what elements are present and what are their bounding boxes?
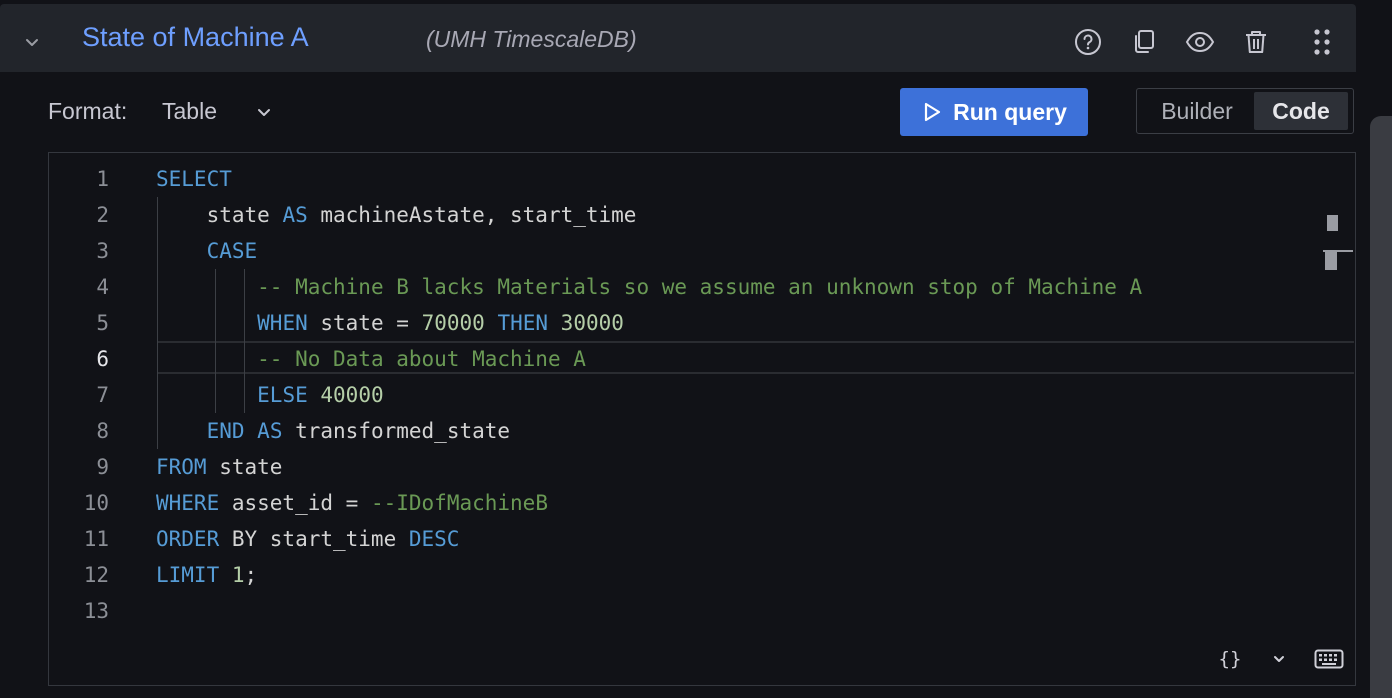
format-select-chevron[interactable] — [252, 100, 276, 124]
format-select[interactable]: Table — [162, 98, 217, 125]
page-scrollbar[interactable] — [1370, 116, 1392, 698]
eye-icon — [1185, 31, 1215, 53]
editor-footer: {} — [48, 634, 1356, 686]
format-code-button[interactable]: {} — [1215, 644, 1245, 674]
code-line-text: -- No Data about Machine A — [257, 347, 586, 371]
run-query-button[interactable]: Run query — [900, 88, 1088, 136]
minimap-mark — [1325, 252, 1337, 270]
datasource-name: (UMH TimescaleDB) — [426, 26, 637, 52]
code-line: 1 SELECT — [49, 161, 1355, 197]
query-row-header: State of Machine A (UMH TimescaleDB) — [0, 4, 1356, 72]
help-button[interactable] — [1072, 26, 1104, 58]
line-number: 13 — [83, 599, 109, 623]
code-line: 5 WHEN state = 70000 THEN 30000 — [49, 305, 1355, 341]
code-line-text: SELECT — [156, 167, 232, 191]
line-number: 6 — [96, 347, 109, 371]
query-toolbar: Format: Table Run query Builder Code — [0, 72, 1356, 152]
format-label: Format: — [48, 98, 128, 124]
line-number: 8 — [96, 419, 109, 443]
code-line: 2 state AS machineAstate, start_time — [49, 197, 1355, 233]
line-number: 10 — [83, 491, 109, 515]
code-line: 12 LIMIT 1; — [49, 557, 1355, 593]
code-line-text: LIMIT 1; — [156, 563, 258, 587]
code-line: 11 ORDER BY start_time DESC — [49, 521, 1355, 557]
line-number: 4 — [96, 275, 109, 299]
code-line-text: ORDER BY start_time DESC — [156, 527, 460, 551]
line-number: 7 — [96, 383, 109, 407]
drag-handle-icon — [1314, 29, 1330, 55]
trash-icon — [1246, 31, 1266, 53]
run-query-label: Run query — [953, 98, 1067, 125]
code-line-text: CASE — [206, 239, 258, 263]
duplicate-icon — [1135, 30, 1154, 53]
line-number: 12 — [83, 563, 109, 587]
line-number: 11 — [83, 527, 109, 551]
footer-options-chevron[interactable] — [1267, 644, 1291, 674]
code-mode-button[interactable]: Code — [1254, 92, 1348, 130]
braces-icon: {} — [1218, 648, 1242, 670]
code-line: 10 WHERE asset_id = --IDofMachineB — [49, 485, 1355, 521]
builder-mode-button[interactable]: Builder — [1140, 92, 1254, 130]
duplicate-query-button[interactable] — [1128, 26, 1160, 58]
line-number: 2 — [96, 203, 109, 227]
keyboard-shortcuts-button[interactable] — [1313, 644, 1345, 674]
code-line: 9 FROM state — [49, 449, 1355, 485]
code-line-text: END AS transformed_state — [206, 419, 511, 443]
line-number: 1 — [96, 167, 109, 191]
sql-code-editor[interactable]: 1 SELECT 2 state AS machineAstate, start… — [48, 152, 1356, 635]
line-number: 9 — [96, 455, 109, 479]
code-line-text: -- Machine B lacks Materials so we assum… — [257, 275, 1143, 299]
drag-handle[interactable] — [1306, 26, 1338, 58]
chevron-down-icon — [26, 39, 38, 46]
code-line: 7 ELSE 40000 — [49, 377, 1355, 413]
code-line-text: ELSE 40000 — [257, 383, 384, 407]
keyboard-icon — [1314, 649, 1344, 669]
code-line: 3 CASE — [49, 233, 1355, 269]
collapse-toggle[interactable] — [18, 28, 46, 56]
code-line-text: state AS machineAstate, start_time — [156, 203, 637, 227]
code-line: 6 -- No Data about Machine A — [49, 341, 1355, 377]
minimap-mark — [1327, 215, 1338, 231]
line-number: 5 — [96, 311, 109, 335]
editor-mode-toggle: Builder Code — [1136, 88, 1354, 134]
help-icon — [1075, 29, 1101, 55]
code-line: 13 — [49, 593, 1355, 629]
code-line: 8 END AS transformed_state — [49, 413, 1355, 449]
code-line: 4 -- Machine B lacks Materials so we ass… — [49, 269, 1355, 305]
line-number: 3 — [96, 239, 109, 263]
code-line-text: FROM state — [156, 455, 283, 479]
toggle-visibility-button[interactable] — [1184, 26, 1216, 58]
code-line-text: WHERE asset_id = --IDofMachineB — [156, 491, 548, 515]
play-icon — [925, 102, 941, 122]
chevron-down-icon — [1274, 656, 1284, 662]
query-name[interactable]: State of Machine A — [82, 22, 309, 53]
delete-query-button[interactable] — [1240, 26, 1272, 58]
chevron-down-icon — [258, 109, 270, 116]
code-line-text: WHEN state = 70000 THEN 30000 — [257, 311, 624, 335]
